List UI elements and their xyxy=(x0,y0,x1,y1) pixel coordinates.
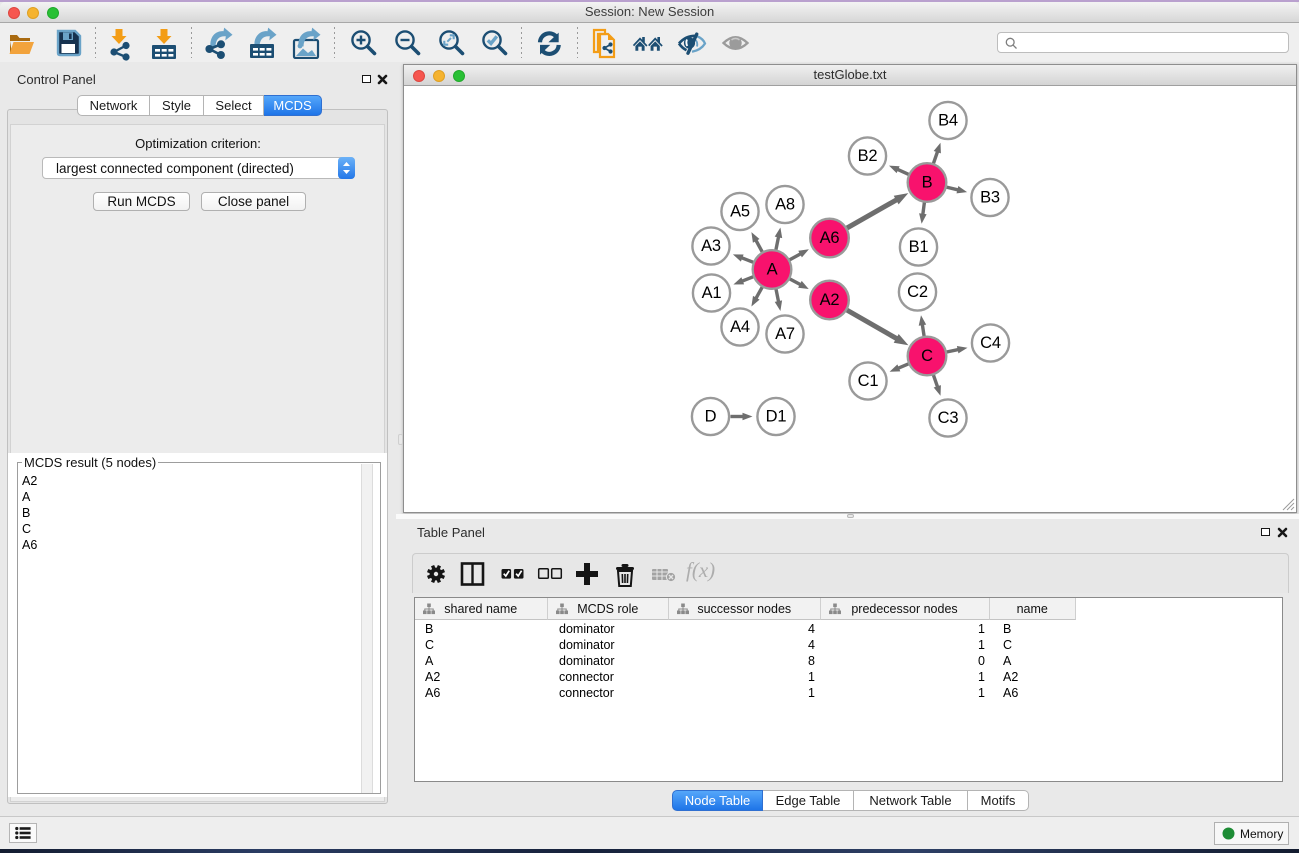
svg-text:B3: B3 xyxy=(980,189,1000,207)
svg-text:D: D xyxy=(705,408,717,426)
svg-text:A1: A1 xyxy=(702,284,722,302)
svg-text:A5: A5 xyxy=(730,203,750,221)
svg-text:C1: C1 xyxy=(858,372,879,390)
svg-text:B1: B1 xyxy=(909,238,929,256)
svg-text:B: B xyxy=(922,174,933,192)
svg-text:D1: D1 xyxy=(766,408,787,426)
svg-text:A7: A7 xyxy=(775,325,795,343)
svg-text:A3: A3 xyxy=(701,237,721,255)
svg-text:A8: A8 xyxy=(775,196,795,214)
svg-text:C4: C4 xyxy=(980,334,1001,352)
svg-text:A4: A4 xyxy=(730,318,750,336)
svg-text:A6: A6 xyxy=(820,229,840,247)
svg-text:B2: B2 xyxy=(858,147,878,165)
svg-text:C: C xyxy=(921,347,933,365)
svg-text:C2: C2 xyxy=(907,283,928,301)
svg-text:C3: C3 xyxy=(938,409,959,427)
svg-text:A2: A2 xyxy=(820,291,840,309)
svg-text:B4: B4 xyxy=(938,112,958,130)
svg-text:A: A xyxy=(767,261,778,279)
